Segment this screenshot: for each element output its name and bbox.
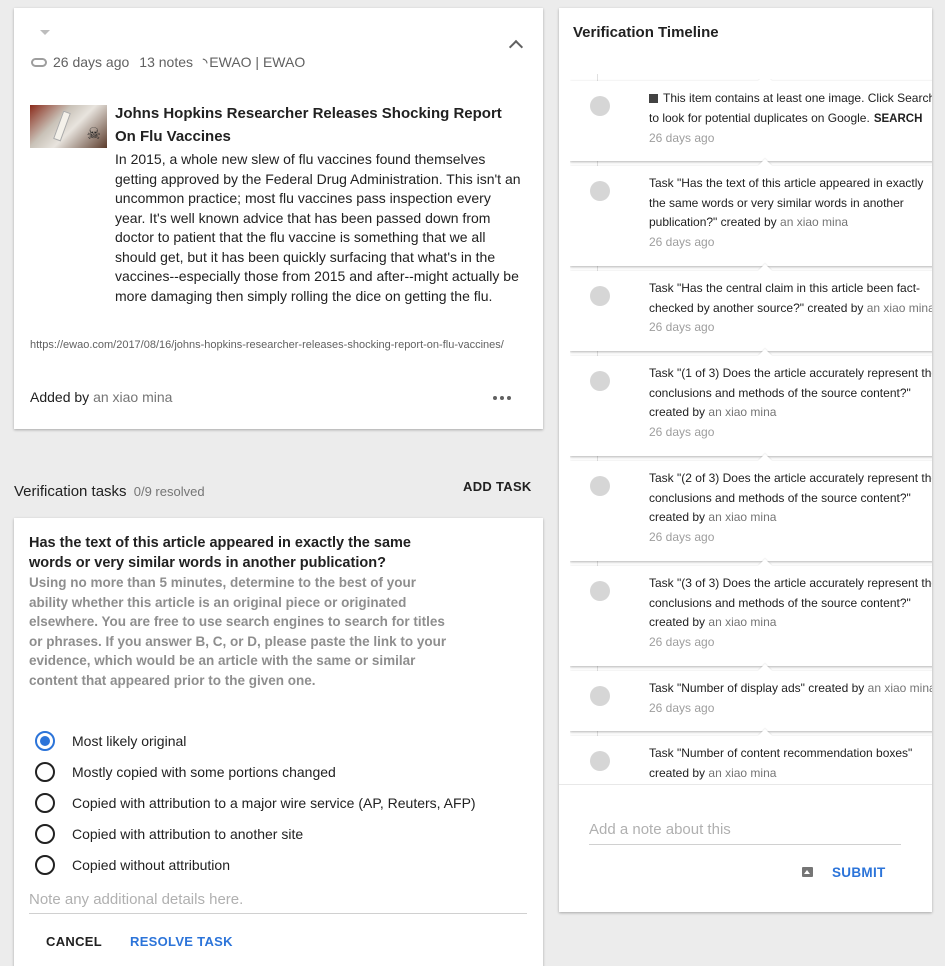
timeline-item-user[interactable]: an xiao mina: [867, 301, 932, 315]
timeline-item-message: Task "(1 of 3) Does the article accurate…: [649, 366, 932, 419]
timeline-item-message: Task "Number of content recommendation b…: [649, 746, 913, 780]
task-description: Using no more than 5 minutes, determine …: [29, 575, 447, 688]
radio[interactable]: [35, 792, 55, 813]
article-thumbnail[interactable]: ☠: [30, 105, 107, 148]
timeline-item-user[interactable]: an xiao mina: [708, 510, 776, 524]
rss-icon: ◝: [203, 56, 208, 69]
timeline-item-text: This item contains at least one image. C…: [649, 89, 932, 149]
submit-button[interactable]: SUBMIT: [832, 865, 886, 880]
timeline-item-time: 26 days ago: [649, 529, 715, 544]
avatar: [590, 751, 610, 771]
timeline-item-message: Task "(3 of 3) Does the article accurate…: [649, 576, 932, 629]
added-by-label: Added by: [30, 389, 90, 405]
timeline-item-time: 26 days ago: [649, 700, 715, 715]
radio[interactable]: [35, 761, 55, 782]
tasks-resolved-count: 0/9 resolved: [133, 484, 205, 499]
timeline-item: Task "(3 of 3) Does the article accurate…: [570, 566, 932, 666]
timeline-item-user[interactable]: an xiao mina: [868, 681, 932, 695]
avatar: [590, 96, 610, 116]
timeline-card: Verification Timeline This item contains…: [559, 8, 932, 912]
option-label: Copied with attribution to a major wire …: [72, 794, 476, 811]
caret-down-icon[interactable]: [40, 30, 50, 35]
timeline-item-text: Task "(1 of 3) Does the article accurate…: [649, 364, 932, 442]
link-icon: [31, 57, 47, 67]
option-no-attribution[interactable]: Copied without attribution: [35, 849, 476, 880]
timeline-title: Verification Timeline: [573, 24, 719, 41]
article-body: In 2015, a whole new slew of flu vaccine…: [115, 151, 521, 304]
timeline-item-text: Task "Number of content recommendation b…: [649, 744, 932, 783]
media-meta: 26 days ago 13 notes ◝ EWAO | EWAO: [31, 54, 315, 70]
avatar: [590, 371, 610, 391]
chevron-up-icon[interactable]: [508, 39, 524, 55]
timeline-item: Task "Number of content recommendation b…: [570, 736, 932, 784]
timeline-item-user[interactable]: an xiao mina: [780, 215, 848, 229]
option-another-site[interactable]: Copied with attribution to another site: [35, 818, 476, 849]
add-task-button[interactable]: ADD TASK: [463, 479, 532, 494]
timeline-item-time: 26 days ago: [649, 424, 715, 439]
timeline-item-text: Task "Number of display ads" created by …: [649, 679, 932, 718]
timeline-item: Task "Has the text of this article appea…: [570, 166, 932, 266]
timeline-item-text: Task "(2 of 3) Does the article accurate…: [649, 469, 932, 547]
skull-icon: ☠: [86, 126, 101, 143]
avatar: [590, 181, 610, 201]
task-note-input[interactable]: [29, 886, 527, 914]
syringe-graphic: [53, 110, 71, 142]
timeline-item-time: 26 days ago: [649, 131, 715, 145]
timeline-item-message: Task "(2 of 3) Does the article accurate…: [649, 471, 932, 524]
option-label: Copied without attribution: [72, 856, 230, 873]
option-label: Most likely original: [72, 732, 187, 749]
timeline-item: Task "(2 of 3) Does the article accurate…: [570, 461, 932, 561]
image-icon[interactable]: [802, 867, 813, 877]
timeline-item-message: Task "Number of display ads" created by: [649, 681, 865, 695]
media-card: 26 days ago 13 notes ◝ EWAO | EWAO ☠ Joh…: [14, 8, 543, 429]
image-icon: [649, 94, 658, 103]
radio-checked[interactable]: [35, 730, 55, 751]
timeline-item-time: 26 days ago: [649, 634, 715, 649]
timeline-item-text: Task "Has the central claim in this arti…: [649, 279, 932, 338]
task-card: Has the text of this article appeared in…: [14, 518, 543, 966]
search-link[interactable]: SEARCH: [874, 113, 923, 125]
resolve-task-button[interactable]: RESOLVE TASK: [130, 934, 233, 949]
timeline-item-time: 26 days ago: [649, 234, 715, 249]
media-notes-count[interactable]: 13 notes: [139, 54, 193, 70]
article-url[interactable]: https://ewao.com/2017/08/16/johns-hopkin…: [30, 336, 510, 355]
more-horiz-icon[interactable]: [493, 396, 511, 400]
added-by: Added by an xiao mina: [30, 389, 172, 405]
option-mostly-copied[interactable]: Mostly copied with some portions changed: [35, 756, 476, 787]
timeline-item-time: 26 days ago: [649, 320, 715, 334]
avatar: [590, 286, 610, 306]
timeline-list[interactable]: This item contains at least one image. C…: [570, 79, 932, 784]
radio[interactable]: [35, 854, 55, 875]
timeline-divider: [559, 784, 932, 785]
option-label: Mostly copied with some portions changed: [72, 763, 336, 780]
timeline-item-text: Task "Has the text of this article appea…: [649, 174, 932, 252]
avatar: [590, 581, 610, 601]
task-options: Most likely original Mostly copied with …: [35, 725, 476, 880]
timeline-item: This item contains at least one image. C…: [570, 81, 932, 161]
tasks-header: Verification tasks 0/9 resolved: [14, 483, 205, 500]
task-question: Has the text of this article appeared in…: [29, 535, 411, 571]
media-source[interactable]: EWAO | EWAO: [209, 54, 305, 70]
option-most-likely-original[interactable]: Most likely original: [35, 725, 476, 756]
timeline-item: Task "Has the central claim in this arti…: [570, 271, 932, 351]
timeline-item-user[interactable]: an xiao mina: [708, 405, 776, 419]
timeline-item: Task "Number of display ads" created by …: [570, 671, 932, 731]
timeline-item-user[interactable]: an xiao mina: [708, 766, 776, 780]
radio[interactable]: [35, 823, 55, 844]
tasks-title: Verification tasks: [14, 483, 127, 500]
option-label: Copied with attribution to another site: [72, 825, 304, 842]
option-wire-service[interactable]: Copied with attribution to a major wire …: [35, 787, 476, 818]
media-time: 26 days ago: [53, 54, 130, 70]
added-by-user[interactable]: an xiao mina: [93, 389, 172, 405]
avatar: [590, 686, 610, 706]
timeline-item-user[interactable]: an xiao mina: [708, 615, 776, 629]
timeline-item-text: Task "(3 of 3) Does the article accurate…: [649, 574, 932, 652]
article-title[interactable]: Johns Hopkins Researcher Releases Shocki…: [115, 102, 525, 148]
timeline-note-input[interactable]: [589, 815, 901, 845]
cancel-button[interactable]: CANCEL: [46, 934, 102, 949]
avatar: [590, 476, 610, 496]
timeline-item: Task "(1 of 3) Does the article accurate…: [570, 356, 932, 456]
